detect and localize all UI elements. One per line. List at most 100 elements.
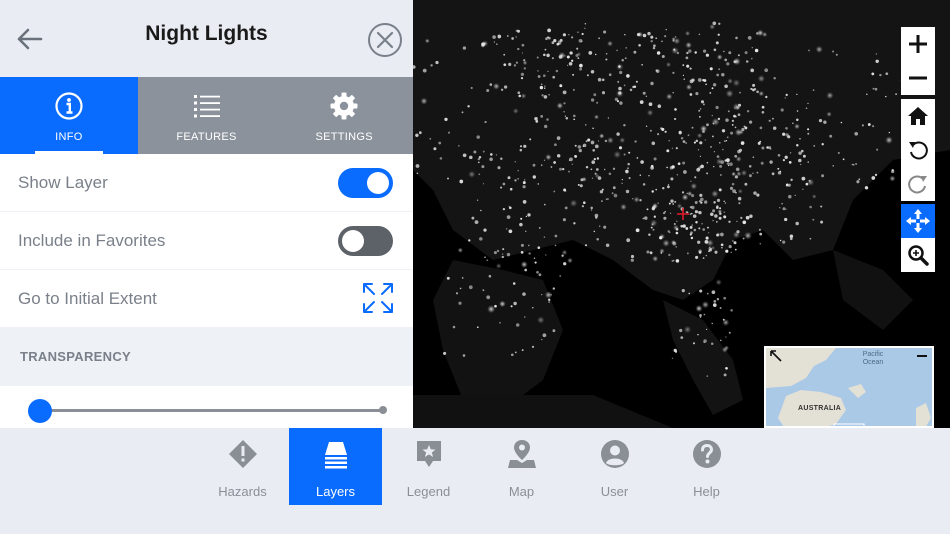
city-light [812, 89, 815, 91]
city-light [577, 183, 580, 186]
nav-legend-label: Legend [406, 484, 451, 499]
overview-ocean-label: Pacific Ocean [858, 351, 888, 367]
city-light [854, 131, 859, 136]
tab-info[interactable]: INFO [0, 77, 138, 154]
city-light [777, 153, 781, 157]
city-light [727, 164, 730, 167]
city-light [790, 178, 793, 182]
overview-ocean-label-line1: Pacific [862, 351, 884, 358]
nav-hazards[interactable]: Hazards [196, 428, 289, 505]
favorites-toggle[interactable] [338, 225, 393, 256]
city-light [603, 225, 607, 229]
city-light [481, 165, 485, 169]
city-light [623, 84, 626, 87]
gear-icon [329, 91, 359, 121]
city-light [564, 55, 566, 57]
city-light [706, 375, 709, 377]
pan-button[interactable] [901, 204, 935, 238]
city-light [655, 188, 658, 191]
city-light [473, 150, 477, 154]
city-light [657, 104, 662, 108]
city-light [503, 63, 507, 67]
city-light [706, 172, 709, 175]
tab-features[interactable]: FEATURES [138, 77, 276, 154]
home-button[interactable] [901, 99, 935, 133]
nav-help[interactable]: Help [660, 428, 753, 505]
city-light [584, 27, 586, 30]
nav-map[interactable]: Map [475, 428, 568, 505]
city-light [655, 69, 658, 72]
nav-layers[interactable]: Layers [289, 428, 382, 505]
rotate-right-button[interactable] [901, 167, 935, 201]
city-light [591, 177, 594, 179]
zoom-in-button[interactable] [901, 27, 935, 61]
city-light [782, 158, 786, 162]
city-light [698, 249, 702, 253]
minimize-icon[interactable] [915, 349, 929, 363]
city-light [497, 34, 502, 39]
city-light [639, 100, 644, 104]
city-light [713, 300, 717, 303]
slider-track[interactable] [38, 409, 384, 412]
back-button[interactable] [10, 20, 48, 58]
city-light [805, 107, 808, 109]
city-light [601, 188, 604, 191]
city-light [693, 228, 697, 232]
overview-map[interactable]: Pacific Ocean AUSTRALIA [764, 346, 934, 428]
nav-legend[interactable]: Legend [382, 428, 475, 505]
city-light [470, 86, 473, 90]
city-light [625, 189, 630, 194]
city-light [581, 205, 584, 208]
city-light [866, 93, 868, 96]
nav-user[interactable]: User [568, 428, 661, 505]
city-light [515, 61, 518, 64]
show-layer-toggle[interactable] [338, 167, 393, 198]
city-light [604, 168, 606, 171]
city-light [820, 205, 823, 208]
city-light [730, 309, 733, 312]
city-light [499, 321, 501, 324]
tab-settings[interactable]: SETTINGS [275, 77, 413, 154]
city-light [713, 151, 716, 153]
city-light [787, 135, 791, 139]
city-light [780, 108, 784, 112]
city-light [871, 72, 875, 76]
city-light [823, 120, 827, 124]
city-light [424, 38, 430, 44]
city-light [689, 205, 693, 209]
city-light [546, 53, 550, 58]
slider-thumb[interactable] [28, 399, 52, 423]
initial-extent-row[interactable]: Go to Initial Extent [0, 270, 413, 327]
city-light [512, 107, 520, 115]
city-light [799, 138, 801, 140]
city-light [553, 190, 556, 193]
zoom-out-button[interactable] [901, 61, 935, 95]
city-light [861, 124, 865, 127]
toggle-knob [342, 229, 364, 252]
city-light [514, 179, 517, 182]
expand-diagonal-icon[interactable] [769, 349, 783, 363]
city-light [809, 205, 812, 209]
expand-arrows-icon[interactable] [362, 282, 394, 314]
close-button[interactable] [366, 21, 404, 59]
city-light [507, 176, 511, 180]
nav-map-label: Map [508, 484, 535, 499]
city-light [701, 222, 703, 225]
city-light [712, 122, 715, 125]
rotate-left-button[interactable] [901, 133, 935, 167]
city-light [458, 301, 462, 305]
city-light [694, 304, 704, 313]
city-light [820, 220, 824, 224]
city-light [627, 162, 630, 166]
city-light [728, 220, 731, 224]
city-light [871, 176, 876, 180]
zoom-box-button[interactable] [901, 238, 935, 272]
city-light [509, 187, 513, 191]
city-light [690, 180, 692, 182]
city-light [734, 248, 737, 251]
city-light [653, 215, 656, 218]
city-light [811, 193, 817, 200]
city-light [692, 342, 696, 345]
map-view[interactable]: Pacific Ocean AUSTRALIA [413, 0, 950, 428]
city-light [522, 185, 526, 189]
